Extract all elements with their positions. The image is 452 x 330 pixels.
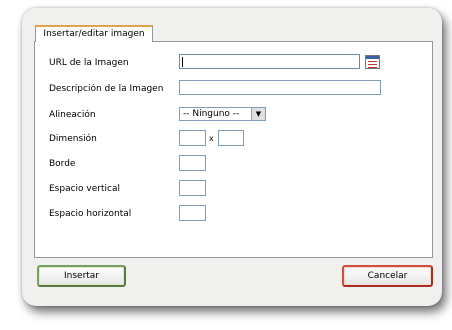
image-url-input[interactable] — [179, 54, 360, 69]
tab-insert-edit-image[interactable]: Insertar/editar imagen — [35, 25, 153, 42]
url-label: URL de la Imagen — [49, 58, 129, 68]
general-panel — [34, 41, 433, 258]
image-browse-icon[interactable] — [365, 55, 380, 69]
insert-button[interactable]: Insertar — [37, 265, 126, 287]
description-input[interactable] — [179, 80, 381, 95]
vspace-input[interactable] — [179, 180, 206, 196]
height-input[interactable] — [218, 130, 244, 146]
cancel-button[interactable]: Cancelar — [342, 265, 433, 287]
alignment-selected-value: -- Ninguno -- — [183, 109, 240, 119]
alignment-select[interactable]: -- Ninguno -- ▼ — [179, 107, 266, 121]
border-label: Borde — [49, 159, 76, 169]
dimension-label: Dimensión — [49, 134, 97, 144]
chevron-down-icon[interactable]: ▼ — [251, 108, 265, 120]
width-input[interactable] — [179, 130, 206, 146]
vspace-label: Espacio vertical — [49, 184, 120, 194]
dimension-separator: x — [209, 134, 214, 143]
hspace-label: Espacio horizontal — [49, 209, 132, 219]
hspace-input[interactable] — [179, 205, 206, 221]
description-label: Descripción de la Imagen — [49, 84, 164, 94]
alignment-label: Alineación — [49, 110, 96, 120]
border-input[interactable] — [179, 155, 206, 171]
text-caret — [182, 57, 183, 67]
